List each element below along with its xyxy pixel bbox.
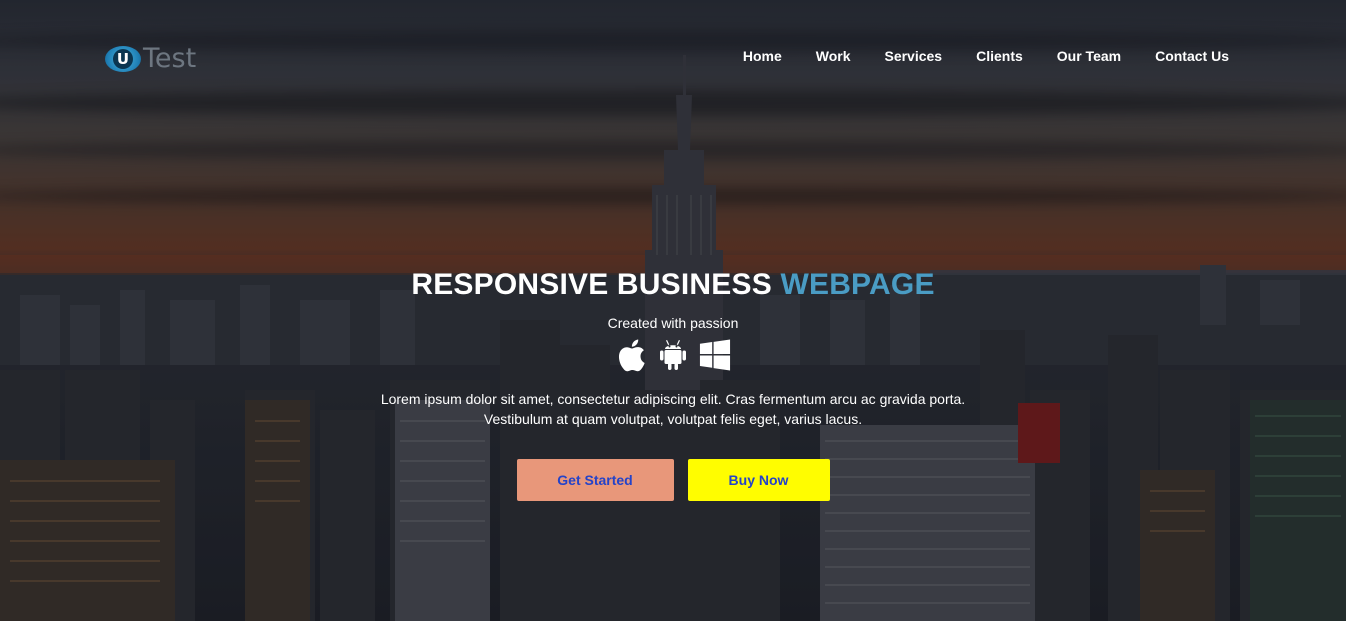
brand-logo[interactable]: U Test bbox=[105, 43, 196, 74]
hero-description: Lorem ipsum dolor sit amet, consectetur … bbox=[0, 389, 1346, 429]
description-line-1: Lorem ipsum dolor sit amet, consectetur … bbox=[380, 391, 966, 407]
windows-icon bbox=[699, 337, 731, 373]
logo-mark-icon: U bbox=[105, 45, 141, 72]
hero-actions: Get Started Buy Now bbox=[0, 459, 1346, 501]
nav-item-our-team[interactable]: Our Team bbox=[1057, 47, 1121, 65]
dark-overlay bbox=[0, 0, 1346, 621]
nav-item-services[interactable]: Services bbox=[884, 47, 942, 65]
logo-letter: U bbox=[113, 48, 133, 69]
android-icon bbox=[657, 337, 689, 373]
hero-tagline: Created with passion bbox=[607, 315, 739, 331]
hero-section: U Test Home Work Services Clients Our Te… bbox=[0, 0, 1346, 621]
nav-item-clients[interactable]: Clients bbox=[976, 47, 1023, 65]
platform-icons bbox=[0, 337, 1346, 373]
headline-accent: WEBPAGE bbox=[780, 268, 935, 301]
nav-item-home[interactable]: Home bbox=[743, 47, 782, 65]
main-nav: Home Work Services Clients Our Team Cont… bbox=[709, 47, 1229, 65]
description-line-2: Vestibulum at quam volutpat, volutpat fe… bbox=[483, 411, 863, 427]
apple-icon bbox=[615, 337, 647, 373]
logo-text: Test bbox=[143, 43, 197, 74]
buy-now-button[interactable]: Buy Now bbox=[687, 459, 830, 501]
nav-item-work[interactable]: Work bbox=[816, 47, 851, 65]
hero-headline: RESPONSIVE BUSINESS WEBPAGE bbox=[0, 268, 1346, 302]
nav-item-contact-us[interactable]: Contact Us bbox=[1155, 47, 1229, 65]
get-started-button[interactable]: Get Started bbox=[516, 459, 674, 501]
headline-main: RESPONSIVE BUSINESS bbox=[411, 268, 772, 301]
